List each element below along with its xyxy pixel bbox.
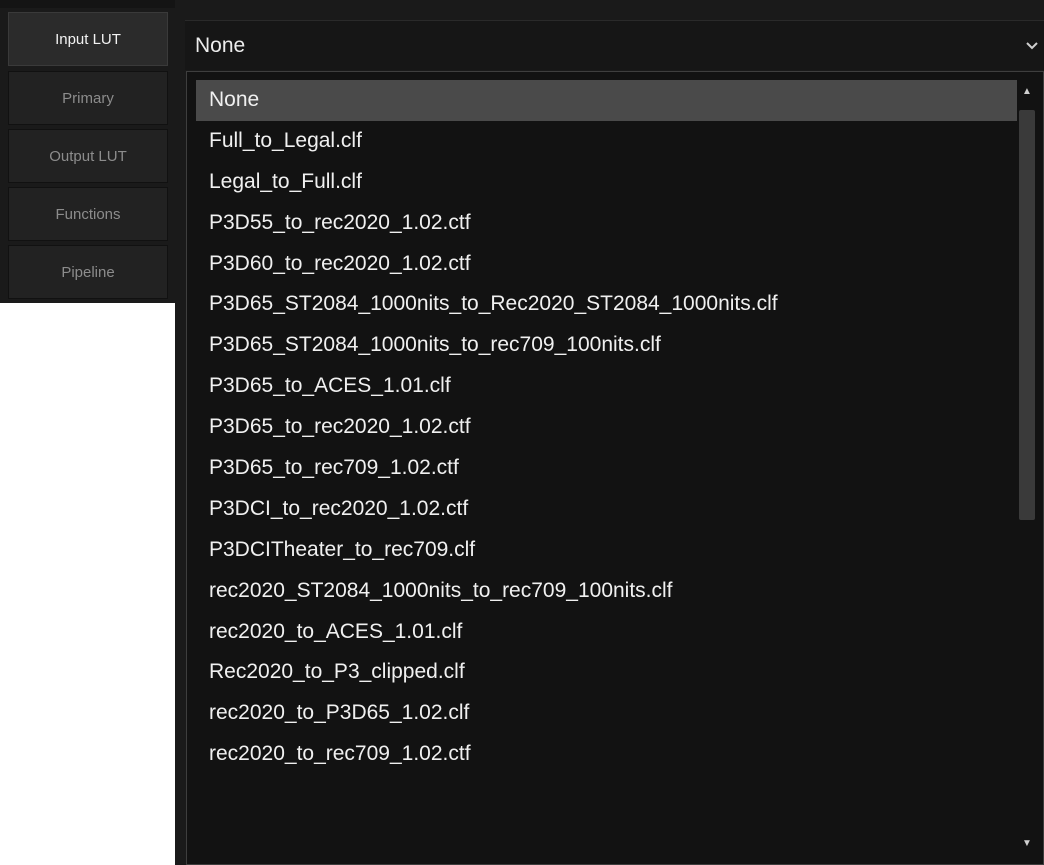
scroll-down-arrow-icon[interactable]: ▼	[1017, 830, 1037, 856]
tab-column-top-strip	[0, 0, 175, 8]
dropdown-item[interactable]: P3D60_to_rec2020_1.02.ctf	[196, 244, 1018, 285]
dropdown-item[interactable]: rec2020_to_rec709_1.02.ctf	[196, 734, 1018, 775]
dropdown-item[interactable]: rec2020_ST2084_1000nits_to_rec709_100nit…	[196, 571, 1018, 612]
scroll-up-arrow-icon[interactable]: ▲	[1017, 78, 1037, 104]
dropdown-scrollbar[interactable]: ▲ ▼	[1017, 78, 1037, 856]
dropdown-item[interactable]: Full_to_Legal.clf	[196, 121, 1018, 162]
tab-primary[interactable]: Primary	[8, 71, 168, 125]
dropdown-item[interactable]: rec2020_to_P3D65_1.02.clf	[196, 693, 1018, 734]
tab-output-lut[interactable]: Output LUT	[8, 129, 168, 183]
tab-column: Input LUT Primary Output LUT Functions P…	[0, 0, 175, 303]
dropdown-item[interactable]: P3D65_to_rec2020_1.02.ctf	[196, 407, 1018, 448]
combobox-value: None	[195, 33, 246, 57]
dropdown-item[interactable]: None	[196, 80, 1018, 121]
dropdown-item[interactable]: Legal_to_Full.clf	[196, 162, 1018, 203]
dropdown-items: None Full_to_Legal.clf Legal_to_Full.clf P3…	[196, 80, 1018, 775]
dropdown-item[interactable]: P3DCI_to_rec2020_1.02.ctf	[196, 489, 1018, 530]
dropdown-item[interactable]: P3D65_to_rec709_1.02.ctf	[196, 448, 1018, 489]
tab-pipeline[interactable]: Pipeline	[8, 245, 168, 299]
dropdown-item[interactable]: P3D65_ST2084_1000nits_to_rec709_100nits.…	[196, 325, 1018, 366]
lut-dropdown-list[interactable]: None Full_to_Legal.clf Legal_to_Full.clf P3…	[186, 71, 1044, 865]
tab-input-lut[interactable]: Input LUT	[8, 12, 168, 66]
tab-functions[interactable]: Functions	[8, 187, 168, 241]
dropdown-item[interactable]: P3DCITheater_to_rec709.clf	[196, 530, 1018, 571]
scrollbar-thumb[interactable]	[1019, 110, 1035, 520]
dropdown-item[interactable]: rec2020_to_ACES_1.01.clf	[196, 612, 1018, 653]
dropdown-item[interactable]: Rec2020_to_P3_clipped.clf	[196, 652, 1018, 693]
input-lut-combobox[interactable]: None	[185, 20, 1044, 70]
dropdown-item[interactable]: P3D65_to_ACES_1.01.clf	[196, 366, 1018, 407]
dropdown-item[interactable]: P3D55_to_rec2020_1.02.ctf	[196, 203, 1018, 244]
dropdown-item[interactable]: P3D65_ST2084_1000nits_to_Rec2020_ST2084_…	[196, 284, 1018, 325]
chevron-down-icon[interactable]	[1020, 21, 1044, 71]
